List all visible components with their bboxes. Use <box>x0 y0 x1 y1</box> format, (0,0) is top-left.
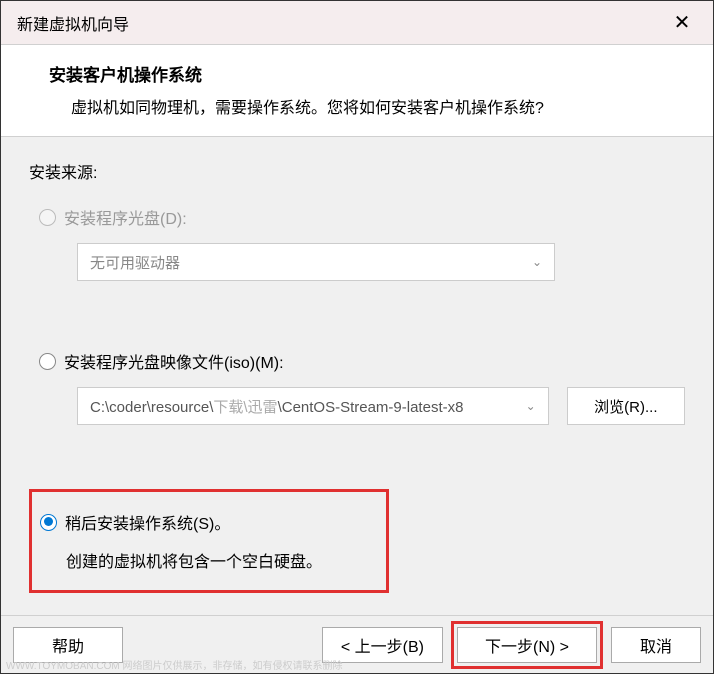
header-title: 安装客户机操作系统 <box>49 61 689 86</box>
iso-row: C:\coder\resource\下载\迅雷\CentOS-Stream-9-… <box>77 387 685 425</box>
radio-icon <box>39 353 56 370</box>
window-title: 新建虚拟机向导 <box>17 11 129 35</box>
wizard-header: 安装客户机操作系统 虚拟机如同物理机，需要操作系统。您将如何安装客户机操作系统? <box>1 45 713 137</box>
content-area: 安装来源: 安装程序光盘(D): 无可用驱动器 ⌄ 安装程序光盘映像文件(iso… <box>1 137 713 615</box>
wizard-window: 新建虚拟机向导 ✕ 安装客户机操作系统 虚拟机如同物理机，需要操作系统。您将如何… <box>0 0 714 674</box>
radio-icon <box>39 209 56 226</box>
option-later-highlight: 稍后安装操作系统(S)。 创建的虚拟机将包含一个空白硬盘。 <box>29 489 389 593</box>
help-button[interactable]: 帮助 <box>13 627 123 663</box>
option-disc-group: 安装程序光盘(D): 无可用驱动器 ⌄ <box>29 205 685 281</box>
browse-button[interactable]: 浏览(R)... <box>567 387 685 425</box>
titlebar: 新建虚拟机向导 ✕ <box>1 1 713 45</box>
radio-disc[interactable]: 安装程序光盘(D): <box>39 205 685 229</box>
radio-disc-label: 安装程序光盘(D): <box>64 205 187 229</box>
drive-dropdown[interactable]: 无可用驱动器 ⌄ <box>77 243 555 281</box>
chevron-down-icon: ⌄ <box>532 255 542 269</box>
next-button-highlight: 下一步(N) > <box>451 621 603 669</box>
radio-iso[interactable]: 安装程序光盘映像文件(iso)(M): <box>39 349 685 373</box>
iso-path-text: C:\coder\resource\下载\迅雷\CentOS-Stream-9-… <box>90 396 463 417</box>
radio-later[interactable]: 稍后安装操作系统(S)。 <box>40 510 372 534</box>
iso-path-combobox[interactable]: C:\coder\resource\下载\迅雷\CentOS-Stream-9-… <box>77 387 549 425</box>
option-iso-group: 安装程序光盘映像文件(iso)(M): C:\coder\resource\下载… <box>29 349 685 425</box>
radio-iso-label: 安装程序光盘映像文件(iso)(M): <box>64 349 284 373</box>
drive-dropdown-value: 无可用驱动器 <box>90 252 180 273</box>
cancel-button[interactable]: 取消 <box>611 627 701 663</box>
later-note: 创建的虚拟机将包含一个空白硬盘。 <box>40 548 372 572</box>
back-button[interactable]: < 上一步(B) <box>322 627 443 663</box>
source-label: 安装来源: <box>29 159 685 183</box>
radio-icon <box>40 514 57 531</box>
radio-later-label: 稍后安装操作系统(S)。 <box>65 510 230 534</box>
close-icon[interactable]: ✕ <box>667 8 697 38</box>
header-subtitle: 虚拟机如同物理机，需要操作系统。您将如何安装客户机操作系统? <box>49 94 689 118</box>
footer: 帮助 < 上一步(B) 下一步(N) > 取消 <box>1 615 713 673</box>
chevron-down-icon: ⌄ <box>526 399 536 413</box>
next-button[interactable]: 下一步(N) > <box>457 627 597 663</box>
